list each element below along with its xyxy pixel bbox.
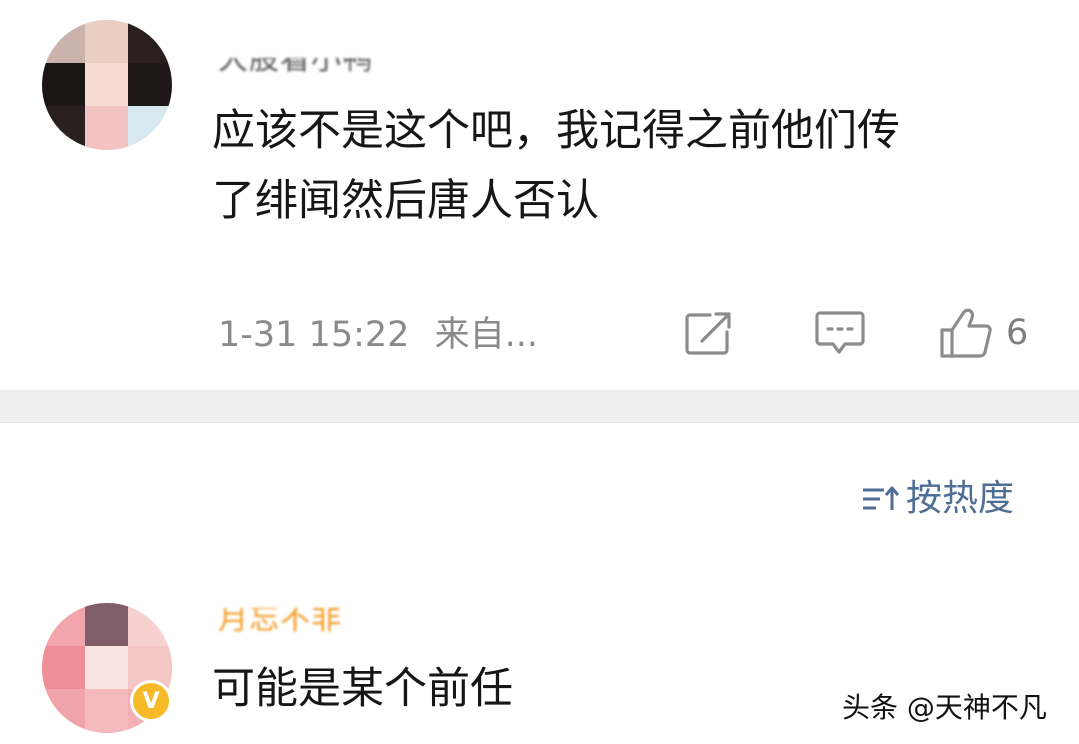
- sort-label: 按热度: [906, 478, 1015, 519]
- reply-button[interactable]: [814, 308, 868, 358]
- username-crop: [218, 40, 373, 58]
- avatar-mosaic-tile: [42, 20, 85, 63]
- comment-timestamp: 1-31 15:22: [218, 315, 410, 355]
- share-button[interactable]: [684, 308, 738, 358]
- watermark: 头条 @天神不凡: [842, 691, 1047, 724]
- avatar-mosaic-tile: [85, 106, 128, 150]
- share-icon: [685, 312, 731, 355]
- avatar-mosaic-tile: [42, 603, 85, 646]
- avatar-mosaic-tile: [85, 689, 128, 733]
- sort-by-hot-button[interactable]: 按热度: [860, 476, 1014, 522]
- avatar-mosaic-tile: [128, 603, 172, 646]
- thumbs-up-icon: [940, 308, 992, 358]
- sort-icon: [863, 486, 900, 510]
- comment-author-name[interactable]: 月忘不非: [218, 600, 342, 636]
- avatar-mosaic-tile: [42, 646, 85, 689]
- username-crop: [218, 600, 342, 608]
- avatar-mosaic-tile: [85, 63, 128, 106]
- avatar-mosaic-tile: [85, 603, 128, 646]
- comment-source: 来自...: [434, 315, 538, 355]
- user-avatar[interactable]: [42, 20, 172, 150]
- avatar-mosaic-tile: [42, 689, 85, 733]
- avatar-mosaic-tile: [85, 646, 128, 689]
- comment-author-name[interactable]: 大股看小鸭: [218, 40, 373, 78]
- like-count: 6: [1006, 313, 1029, 353]
- avatar-mosaic-tile: [42, 63, 85, 106]
- vip-badge-icon: V: [130, 680, 172, 722]
- comment-icon: [815, 311, 865, 354]
- avatar-mosaic-tile: [85, 20, 128, 63]
- avatar-mosaic-tile: [42, 106, 85, 150]
- comment-meta: 1-31 15:22 来自...: [218, 312, 538, 358]
- section-divider: [0, 390, 1079, 423]
- comment-body: 应该不是这个吧，我记得之前他们传 了绯闻然后唐人否认: [212, 106, 900, 226]
- like-button[interactable]: 6: [938, 305, 1028, 361]
- avatar-mosaic-tile: [128, 106, 172, 150]
- avatar-mosaic-tile: [128, 20, 172, 63]
- avatar-mosaic-tile: [128, 63, 172, 106]
